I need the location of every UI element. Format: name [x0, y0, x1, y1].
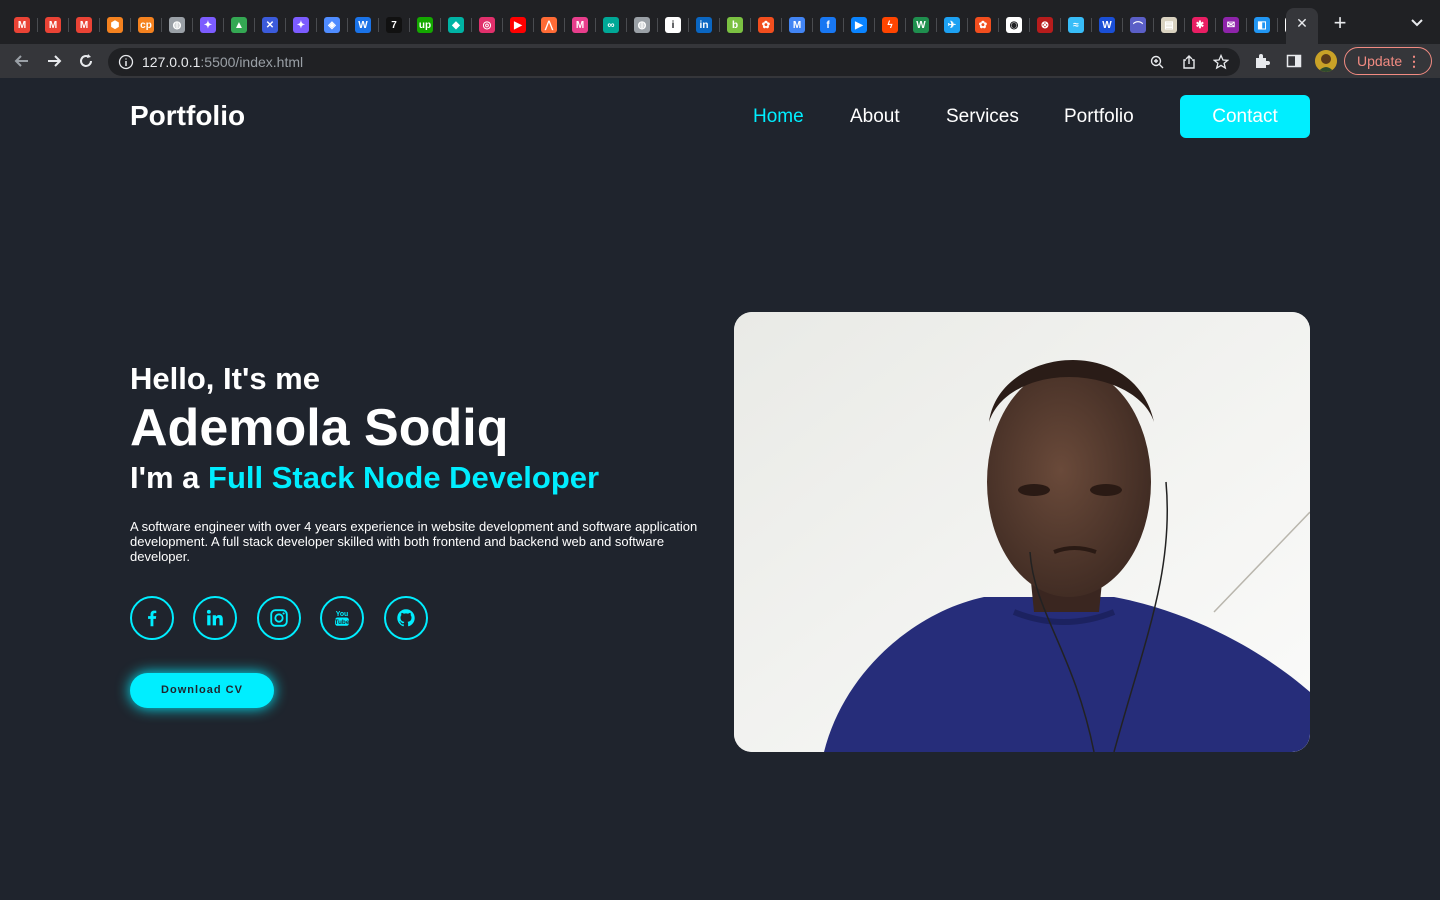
document-icon[interactable]: ▤	[1161, 17, 1185, 33]
nav-portfolio[interactable]: Portfolio	[1064, 106, 1134, 128]
profile-photo	[734, 312, 1310, 752]
tab-strip: M M M ⬢ cp ◍ ✦ ▲ ✕ ✦ ◈ W 7 up ◆ ◎ ▶ ⋀ M ∞ ◍ i in b ✿ Mf ▶ ϟ W ✈ ✿ ◉ ⊗ ≈ W ⌒…	[0, 0, 1440, 44]
forward-arrow-icon[interactable]	[44, 51, 64, 71]
gmail-icon[interactable]: M	[14, 17, 38, 33]
new-tab-icon[interactable]: +	[1330, 12, 1350, 34]
zoom-icon[interactable]	[1149, 54, 1165, 70]
play-icon[interactable]: ▶	[851, 17, 875, 33]
mail-icon[interactable]: ✉	[1223, 17, 1247, 33]
tailwind-icon[interactable]: ≈	[1068, 17, 1092, 33]
instagram-icon[interactable]: ◎	[479, 17, 503, 33]
reload-icon[interactable]	[76, 51, 96, 71]
location-icon[interactable]: ◈	[324, 17, 348, 33]
info-icon[interactable]	[118, 54, 134, 70]
figma-icon[interactable]: ✿	[975, 17, 999, 33]
github-link[interactable]	[384, 596, 428, 640]
close-tab-icon[interactable]: ✕	[1294, 15, 1310, 31]
profile-avatar[interactable]	[1315, 50, 1337, 72]
globe-icon[interactable]: ◍	[169, 17, 193, 33]
w-dark-icon[interactable]: W	[1099, 17, 1123, 33]
gmail-icon[interactable]: M	[76, 17, 100, 33]
chevron-down-icon[interactable]	[1408, 14, 1426, 32]
svg-text:Tube: Tube	[335, 619, 350, 626]
facebook-link[interactable]	[130, 596, 174, 640]
x-box-icon[interactable]: ✕	[262, 17, 286, 33]
sparkle-icon[interactable]: ✦	[293, 17, 317, 33]
url-text[interactable]: 127.0.0.1:5500/index.html	[142, 54, 303, 70]
bootstrap-icon[interactable]: b	[727, 17, 751, 33]
menu-dots-icon[interactable]: ⋮	[1407, 48, 1421, 74]
update-button[interactable]: Update ⋮	[1344, 47, 1432, 75]
info-icon[interactable]: i	[665, 17, 689, 33]
figma-icon[interactable]: ✿	[758, 17, 782, 33]
sparkle-icon[interactable]: ✦	[200, 17, 224, 33]
download-cv-button[interactable]: Download CV	[130, 673, 274, 708]
diamond-icon[interactable]: ◆	[448, 17, 472, 33]
red-square-icon[interactable]: ⊗	[1037, 17, 1061, 33]
linkedin-link[interactable]	[193, 596, 237, 640]
browser-toolbar: 127.0.0.1:5500/index.html Update ⋮	[0, 44, 1440, 78]
facebook-icon	[148, 610, 157, 627]
box-icon[interactable]: ◧	[1254, 17, 1278, 33]
youtube-icon[interactable]: ▶	[510, 17, 534, 33]
twitter-icon[interactable]: ✈	[944, 17, 968, 33]
rainbow-icon[interactable]: ⌒	[1130, 17, 1154, 33]
loop-icon[interactable]: ∞	[603, 17, 627, 33]
contact-button[interactable]: Contact	[1180, 95, 1310, 138]
hero-greeting: Hello, It's me	[130, 361, 320, 396]
peaks-icon[interactable]: ⋀	[541, 17, 565, 33]
hero-name: Ademola Sodiq	[130, 399, 509, 457]
bolt-icon[interactable]: ϟ	[882, 17, 906, 33]
pinned-tabs: M M M ⬢ cp ◍ ✦ ▲ ✕ ✦ ◈ W 7 up ◆ ◎ ▶ ⋀ M ∞ ◍ i in b ✿ Mf ▶ ϟ W ✈ ✿ ◉ ⊗ ≈ W ⌒…	[14, 14, 1316, 36]
hero-role: I'm a Full Stack Node Developer	[130, 460, 599, 496]
star-icon[interactable]: ✱	[1192, 17, 1216, 33]
share-icon[interactable]	[1181, 54, 1197, 70]
linkedin-icon[interactable]: in	[696, 17, 720, 33]
nav-home[interactable]: Home	[753, 106, 804, 128]
upwork-icon[interactable]: up	[417, 17, 441, 33]
facebook-icon[interactable]: f	[820, 17, 844, 33]
instagram-link[interactable]	[257, 596, 301, 640]
site-logo[interactable]: Portfolio	[130, 100, 245, 132]
youtube-link[interactable]: You Tube	[320, 596, 364, 640]
nav-about[interactable]: About	[850, 106, 900, 128]
seven-icon[interactable]: 7	[386, 17, 410, 33]
youtube-icon: YouTube	[335, 611, 350, 626]
back-arrow-icon[interactable]	[12, 51, 32, 71]
svg-text:You: You	[336, 611, 348, 618]
m-logo-icon[interactable]: M	[572, 17, 596, 33]
portfolio-page: Portfolio Home About Services Portfolio …	[0, 78, 1440, 900]
globe-icon[interactable]: ◍	[634, 17, 658, 33]
bookmark-star-icon[interactable]	[1213, 54, 1229, 70]
cp-icon[interactable]: cp	[138, 17, 162, 33]
w-icon[interactable]: W	[355, 17, 379, 33]
role-highlight: Full Stack Node Developer	[208, 460, 600, 495]
nav-services[interactable]: Services	[946, 106, 1019, 128]
package-icon[interactable]: ⬢	[107, 17, 131, 33]
role-prefix: I'm a	[130, 460, 209, 495]
w-icon[interactable]: W	[913, 17, 937, 33]
extensions-puzzle-icon[interactable]	[1254, 53, 1270, 69]
gmail-icon[interactable]: M	[45, 17, 69, 33]
github-icon	[397, 609, 415, 627]
instagram-icon	[270, 609, 288, 627]
address-bar[interactable]: 127.0.0.1:5500/index.html	[108, 48, 1240, 76]
drive-icon[interactable]: ▲	[231, 17, 255, 33]
github-icon[interactable]: ◉	[1006, 17, 1030, 33]
linkedin-icon	[206, 609, 223, 626]
hero-description: A software engineer with over 4 years ex…	[130, 519, 698, 564]
gmail-icon[interactable]: M	[789, 17, 813, 33]
side-panel-icon[interactable]	[1286, 53, 1302, 69]
